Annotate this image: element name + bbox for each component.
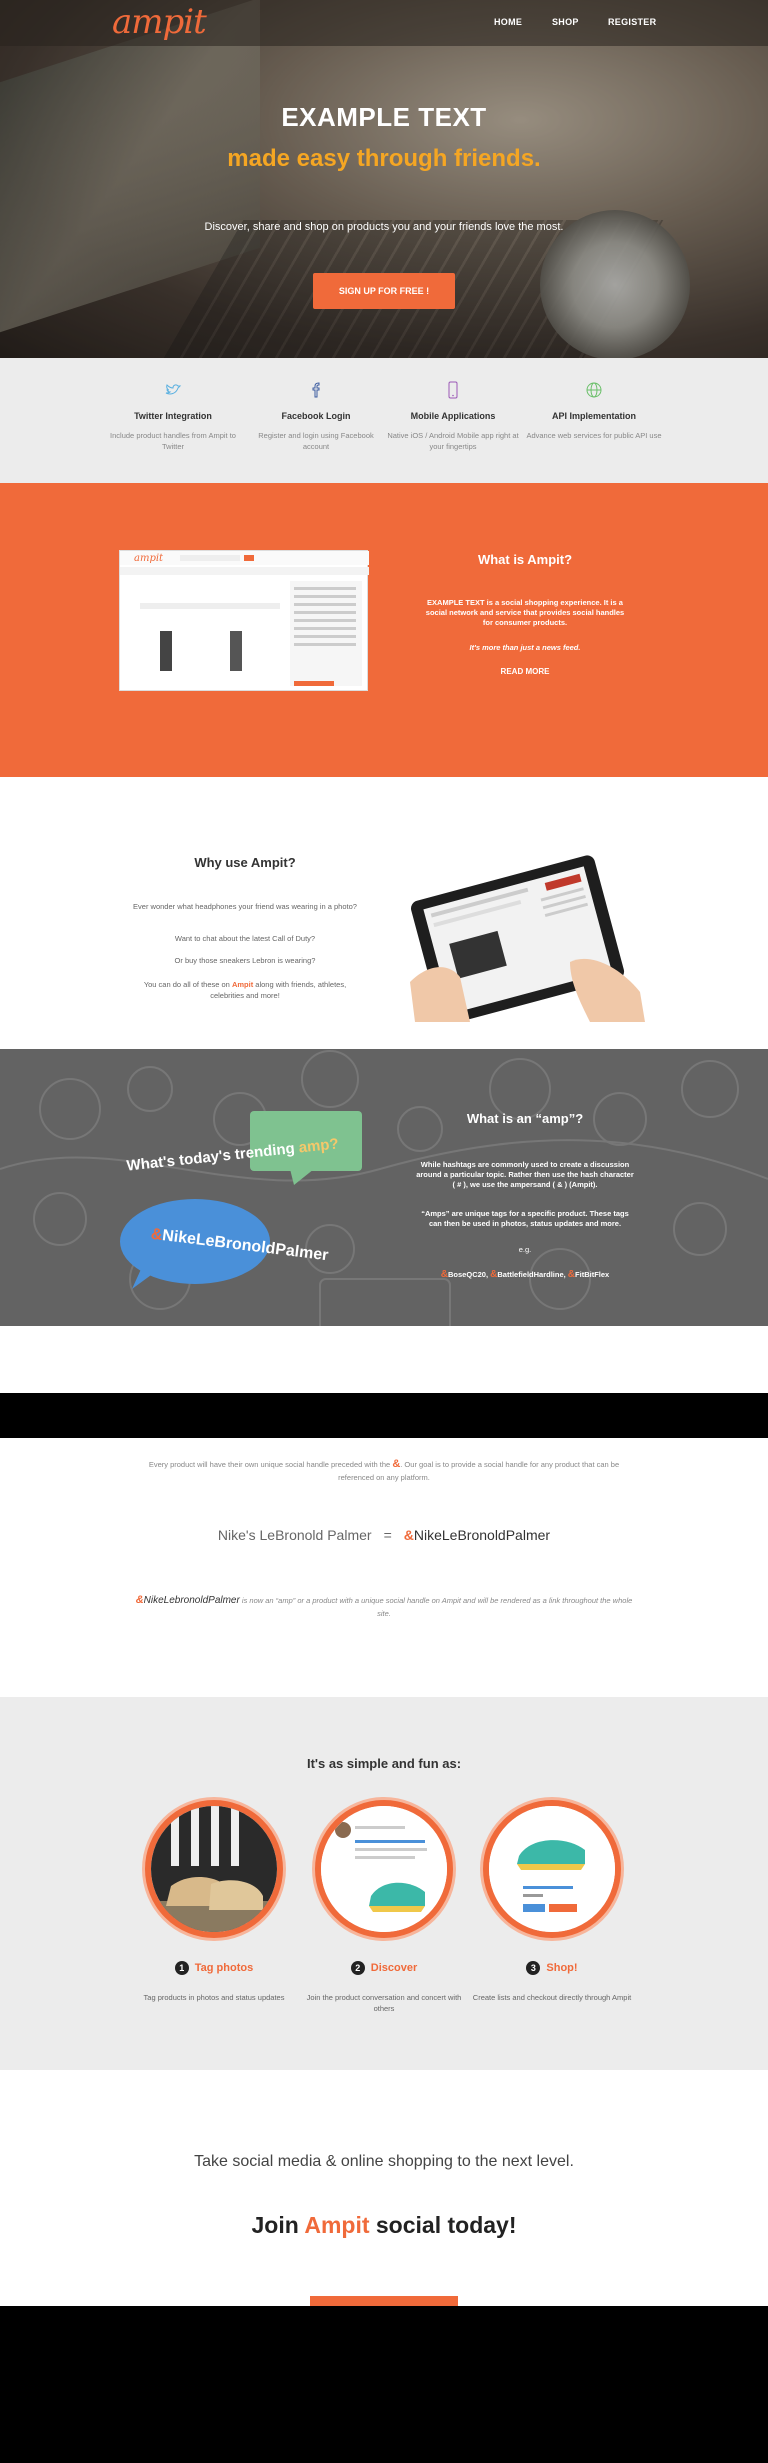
step-number: 1: [174, 1961, 189, 1975]
step-title: Shop!: [546, 1961, 578, 1974]
join-button[interactable]: [310, 2296, 458, 2306]
amp-symbol: &: [403, 1527, 414, 1543]
why-last-brand: Ampit: [231, 980, 254, 989]
feature-mobile: Mobile Applications Native iOS / Android…: [383, 380, 523, 452]
feature-desc: Register and login using Facebook accoun…: [258, 431, 374, 451]
tablet-image: [400, 852, 650, 1025]
feature-api: API Implementation Advance web services …: [524, 380, 664, 441]
why-line: Want to chat about the latest Call of Du…: [174, 934, 316, 943]
what-is-ampit-highlight: EXAMPLE TEXT: [427, 598, 485, 607]
social-icons-pattern: [0, 1050, 768, 1326]
amp-eg: e.g.: [518, 1245, 532, 1254]
mobile-icon: [443, 380, 463, 400]
step-tag-photos: 1 Tag photos: [134, 1961, 294, 1975]
hero-tagline: Discover, share and shop on products you…: [204, 221, 564, 233]
step-title: Discover: [370, 1961, 418, 1974]
logo-text: amp: [112, 2, 184, 42]
twitter-icon: [163, 380, 183, 400]
hero-title: EXAMPLE TEXT: [281, 102, 487, 132]
step-desc: Join the product conversation and concer…: [306, 1993, 462, 2013]
app-screenshot: ampit: [119, 550, 369, 691]
what-is-ampit-section: ampit What is Ampit? EXAMPLE TEXT is a s…: [0, 483, 768, 777]
read-more-link[interactable]: READ MORE: [480, 667, 570, 676]
speech-tail-blue: [132, 1267, 162, 1289]
tag-photos-image: [145, 1800, 283, 1938]
handle-example-tag: NikeLeBronoldPalmer: [413, 1527, 551, 1543]
globe-icon: [584, 380, 604, 400]
svg-text:ampit: ampit: [134, 553, 164, 564]
amp-example-tags: &BoseQC20, &BattlefieldHardline, &FitBit…: [440, 1269, 610, 1280]
facebook-icon: [306, 380, 326, 400]
footer: [0, 2306, 768, 2463]
feature-twitter: Twitter Integration Include product hand…: [103, 380, 243, 452]
step-title: Tag photos: [194, 1961, 254, 1974]
step-desc: Tag products in photos and status update…: [143, 1993, 285, 2002]
feature-desc: Advance web services for public API use: [526, 431, 662, 440]
speech-tail-green: [290, 1169, 314, 1185]
what-is-an-amp-section: What's today's trending amp? &NikeLeBron…: [0, 1049, 768, 1326]
shop-image: [483, 1800, 621, 1938]
why-line: Ever wonder what headphones your friend …: [133, 902, 357, 911]
why-last-prefix: You can do all of these on: [143, 980, 232, 989]
amp-example-tag[interactable]: &BattlefieldHardline: [490, 1269, 564, 1280]
hero-subtitle: made easy through friends.: [227, 145, 541, 172]
hero-section: EXAMPLE TEXT made easy through friends. …: [0, 0, 768, 358]
handle-note-tag[interactable]: NikeLebronoldPalmer: [144, 1595, 240, 1606]
step-number: 3: [526, 1961, 541, 1975]
amp-body-2: “Amps” are unique tags for a specific pr…: [421, 1209, 629, 1228]
feature-title: Facebook Login: [281, 411, 351, 421]
what-is-an-amp-title: What is an “amp”?: [466, 1111, 584, 1126]
nav-shop-link[interactable]: SHOP: [552, 17, 579, 27]
nav-register-link[interactable]: REGISTER: [608, 17, 656, 27]
amp-symbol: &: [135, 1594, 144, 1606]
join-title: Join Ampit social today!: [0, 2212, 768, 2239]
join-title-prefix: Join: [251, 2212, 305, 2238]
why-use-ampit-section: Why use Ampit? Ever wonder what headphon…: [0, 777, 768, 1049]
feature-title: API Implementation: [551, 411, 636, 421]
nav-home-link[interactable]: HOME: [494, 17, 522, 27]
discover-image: [315, 1800, 453, 1938]
feature-title: Twitter Integration: [134, 411, 212, 421]
top-nav: ampit HOME SHOP REGISTER: [0, 0, 768, 46]
join-title-brand: Ampit: [304, 2212, 370, 2238]
why-use-ampit-title: Why use Ampit?: [194, 855, 296, 870]
handle-example-name: Nike's LeBronold Palmer: [217, 1527, 372, 1543]
how-it-works-section: It's as simple and fun as: 1 Tag photos …: [0, 1697, 768, 2070]
feature-desc: Native iOS / Android Mobile app right at…: [387, 431, 519, 451]
what-is-ampit-body: EXAMPLE TEXT is a social shopping experi…: [420, 598, 630, 628]
step-desc: Create lists and checkout directly throu…: [472, 1993, 632, 2002]
feature-facebook: Facebook Login Register and login using …: [246, 380, 386, 452]
handle-intro-before: Every product will have their own unique…: [148, 1460, 393, 1469]
black-banner: [0, 1393, 768, 1438]
handle-example: Nike's LeBronold Palmer = &NikeLeBronoldPa…: [140, 1527, 628, 1543]
how-it-works-title: It's as simple and fun as:: [306, 1756, 462, 1771]
amp-example-tag[interactable]: &BoseQC20: [441, 1269, 486, 1280]
ampit-logo[interactable]: ampit: [112, 2, 207, 42]
feature-desc: Include product handles from Ampit to Tw…: [110, 431, 236, 451]
signup-button[interactable]: SIGN UP FOR FREE !: [313, 273, 455, 309]
features-section: Twitter Integration Include product hand…: [0, 358, 768, 483]
why-line-last: You can do all of these on Ampit along w…: [130, 979, 360, 1001]
what-is-ampit-quote: It's more than just a news feed.: [469, 643, 581, 652]
logo-accent: it: [183, 2, 207, 42]
amp-example-tag[interactable]: &FitBitFlex: [568, 1269, 609, 1280]
handle-note-text: is now an “amp” or a product with a uniq…: [239, 1596, 633, 1618]
feature-title: Mobile Applications: [410, 411, 496, 421]
amp-body-1: While hashtags are commonly used to crea…: [416, 1160, 634, 1189]
handle-intro: Every product will have their own unique…: [140, 1458, 628, 1484]
what-is-ampit-title: What is Ampit?: [477, 552, 573, 567]
step-number: 2: [350, 1961, 365, 1975]
step-discover: 2 Discover: [304, 1961, 464, 1975]
equals-sign: =: [383, 1527, 392, 1543]
join-tagline: Take social media & online shopping to t…: [194, 2153, 574, 2170]
handle-note: &NikeLebronoldPalmer is now an “amp” or …: [130, 1594, 638, 1620]
join-title-suffix: social today!: [369, 2212, 517, 2238]
step-shop: 3 Shop!: [472, 1961, 632, 1975]
why-line: Or buy those sneakers Lebron is wearing?: [174, 956, 316, 965]
